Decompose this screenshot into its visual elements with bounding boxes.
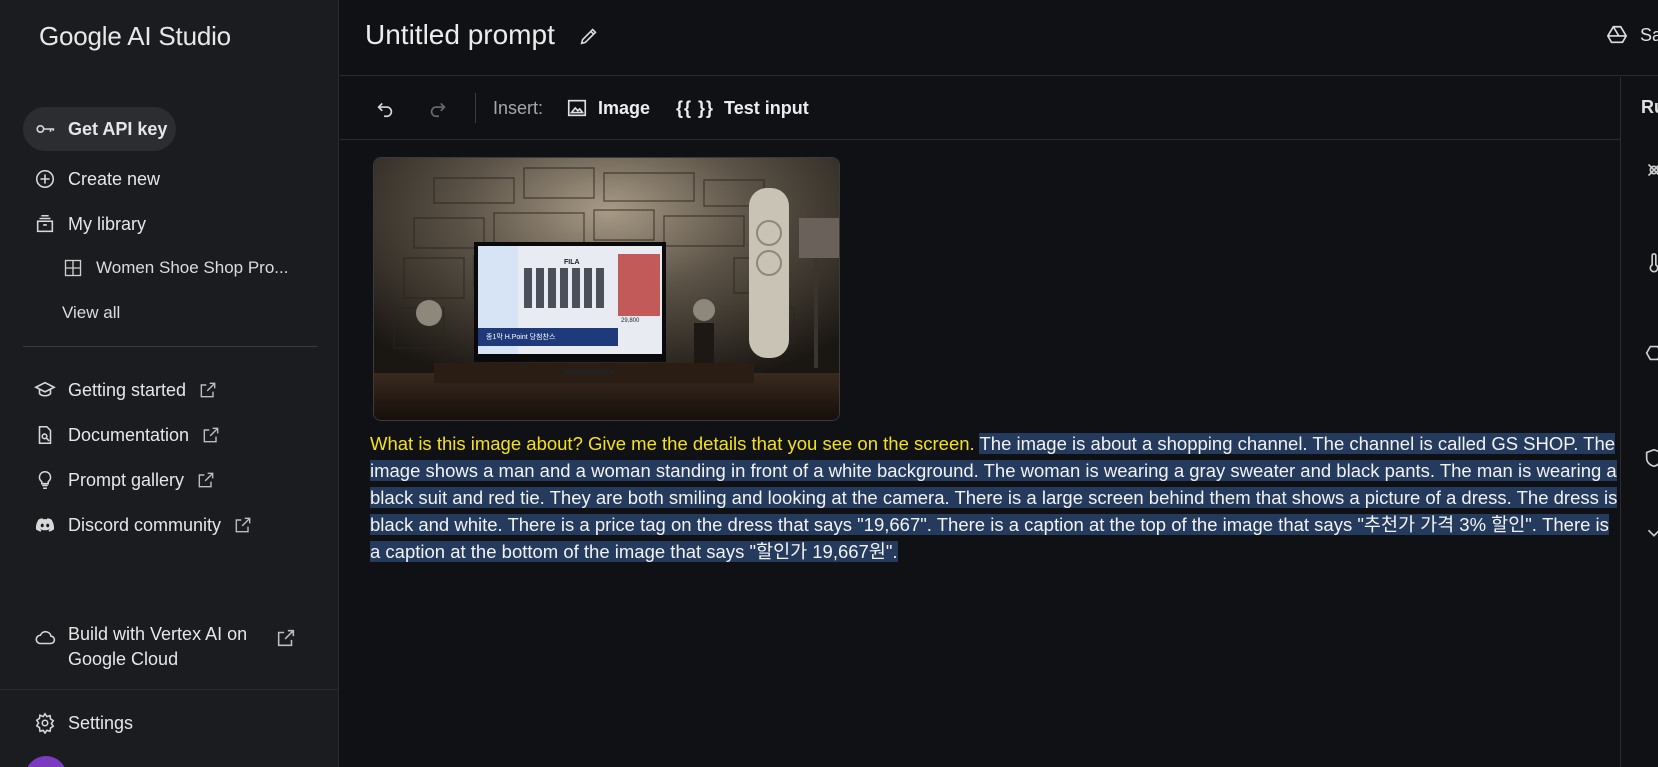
library-icon [33,212,57,236]
sidebar-item-getting-started[interactable]: Getting started [23,368,231,412]
safety-shield-icon[interactable] [1643,447,1658,471]
sidebar-item-discord-community[interactable]: Discord community [23,503,266,547]
create-new-label: Create new [68,168,161,189]
key-icon [33,117,57,141]
view-all-label: View all [62,303,121,322]
sidebar-item-build-with-vertex[interactable]: Build with Vertex AI on Google Cloud [23,622,309,672]
external-link-icon [231,513,255,537]
get-api-key-label: Get API key [68,118,168,139]
gear-icon [33,711,57,735]
settings-button[interactable]: Settings [23,701,133,745]
my-library-label: My library [68,213,147,234]
top-header: Untitled prompt Sa [340,0,1658,76]
prompt-gallery-label: Prompt gallery [68,469,185,490]
graduation-cap-icon [33,378,57,402]
undo-button[interactable] [370,93,400,123]
doc-search-icon [33,423,57,447]
external-link-icon [274,626,298,650]
settings-label: Settings [68,712,134,733]
save-label: Sa [1640,24,1658,45]
sidebar: Google AI Studio Get API key Create new … [0,0,339,767]
undo-icon [377,102,393,118]
documentation-label: Documentation [68,424,190,445]
page-title[interactable]: Untitled prompt [365,19,555,51]
sidebar-bottom-divider [0,689,339,690]
token-icon[interactable] [1643,342,1658,366]
redo-button[interactable] [423,93,453,123]
create-new-button[interactable]: Create new [23,157,160,201]
tv-banner-text: 종1막 H.Point 당첨찬스 [486,334,556,341]
plus-circle-icon [33,167,57,191]
grid-icon [62,257,84,279]
lightbulb-icon [33,468,57,492]
run-settings-panel: Ru [1620,77,1658,767]
discord-community-label: Discord community [68,514,222,535]
test-input-label: Test input [724,97,809,118]
chevron-down-icon[interactable] [1643,522,1658,546]
sidebar-item-documentation[interactable]: Documentation [23,413,234,457]
temperature-icon[interactable] [1643,252,1658,276]
external-link-icon [196,378,220,402]
build-with-vertex-label: Build with Vertex AI on Google Cloud [68,624,248,669]
cloud-icon [33,626,57,650]
insert-label: Insert: [493,98,544,118]
insert-test-input-button[interactable]: {{ }} Test input [676,92,809,124]
external-link-icon [199,423,223,447]
prompt-editor[interactable]: What is this image about? Give me the de… [370,430,1618,565]
sidebar-divider [23,346,317,347]
save-button[interactable]: Sa [1606,24,1658,46]
library-item-women-shoe-shop[interactable]: Women Shoe Shop Pro... [62,248,288,288]
view-all-link[interactable]: View all [62,293,120,333]
insert-image-button[interactable]: Image [566,92,650,124]
library-item-label: Women Shoe Shop Pro... [96,258,289,277]
insert-image-label: Image [598,97,651,118]
attached-image[interactable]: FILA 종1막 H.Point 당첨찬스 29,800 [373,157,840,421]
avatar[interactable] [25,756,67,767]
braces-icon: {{ }} [676,97,715,118]
external-link-icon [194,468,218,492]
toolbar-separator [475,93,476,123]
get-api-key-button[interactable]: Get API key [23,107,176,151]
prompt-toolbar: Insert: Image {{ }} Test input [340,77,1620,140]
sidebar-item-prompt-gallery[interactable]: Prompt gallery [23,458,229,502]
getting-started-label: Getting started [68,379,187,400]
user-question-text: What is this image about? Give me the de… [370,433,975,454]
discord-icon [33,513,57,537]
image-icon [567,99,587,117]
my-library-button[interactable]: My library [23,202,146,246]
run-settings-heading: Ru [1641,97,1658,117]
tv-price-text: 29,800 [621,318,640,324]
edit-pencil-icon[interactable] [578,25,602,49]
drive-icon [1606,25,1628,44]
model-icon[interactable] [1643,159,1658,183]
app-brand[interactable]: Google AI Studio [39,21,231,52]
tv-brand-text: FILA [564,259,580,266]
redo-icon [430,102,446,118]
tv-room-photo [374,158,839,420]
